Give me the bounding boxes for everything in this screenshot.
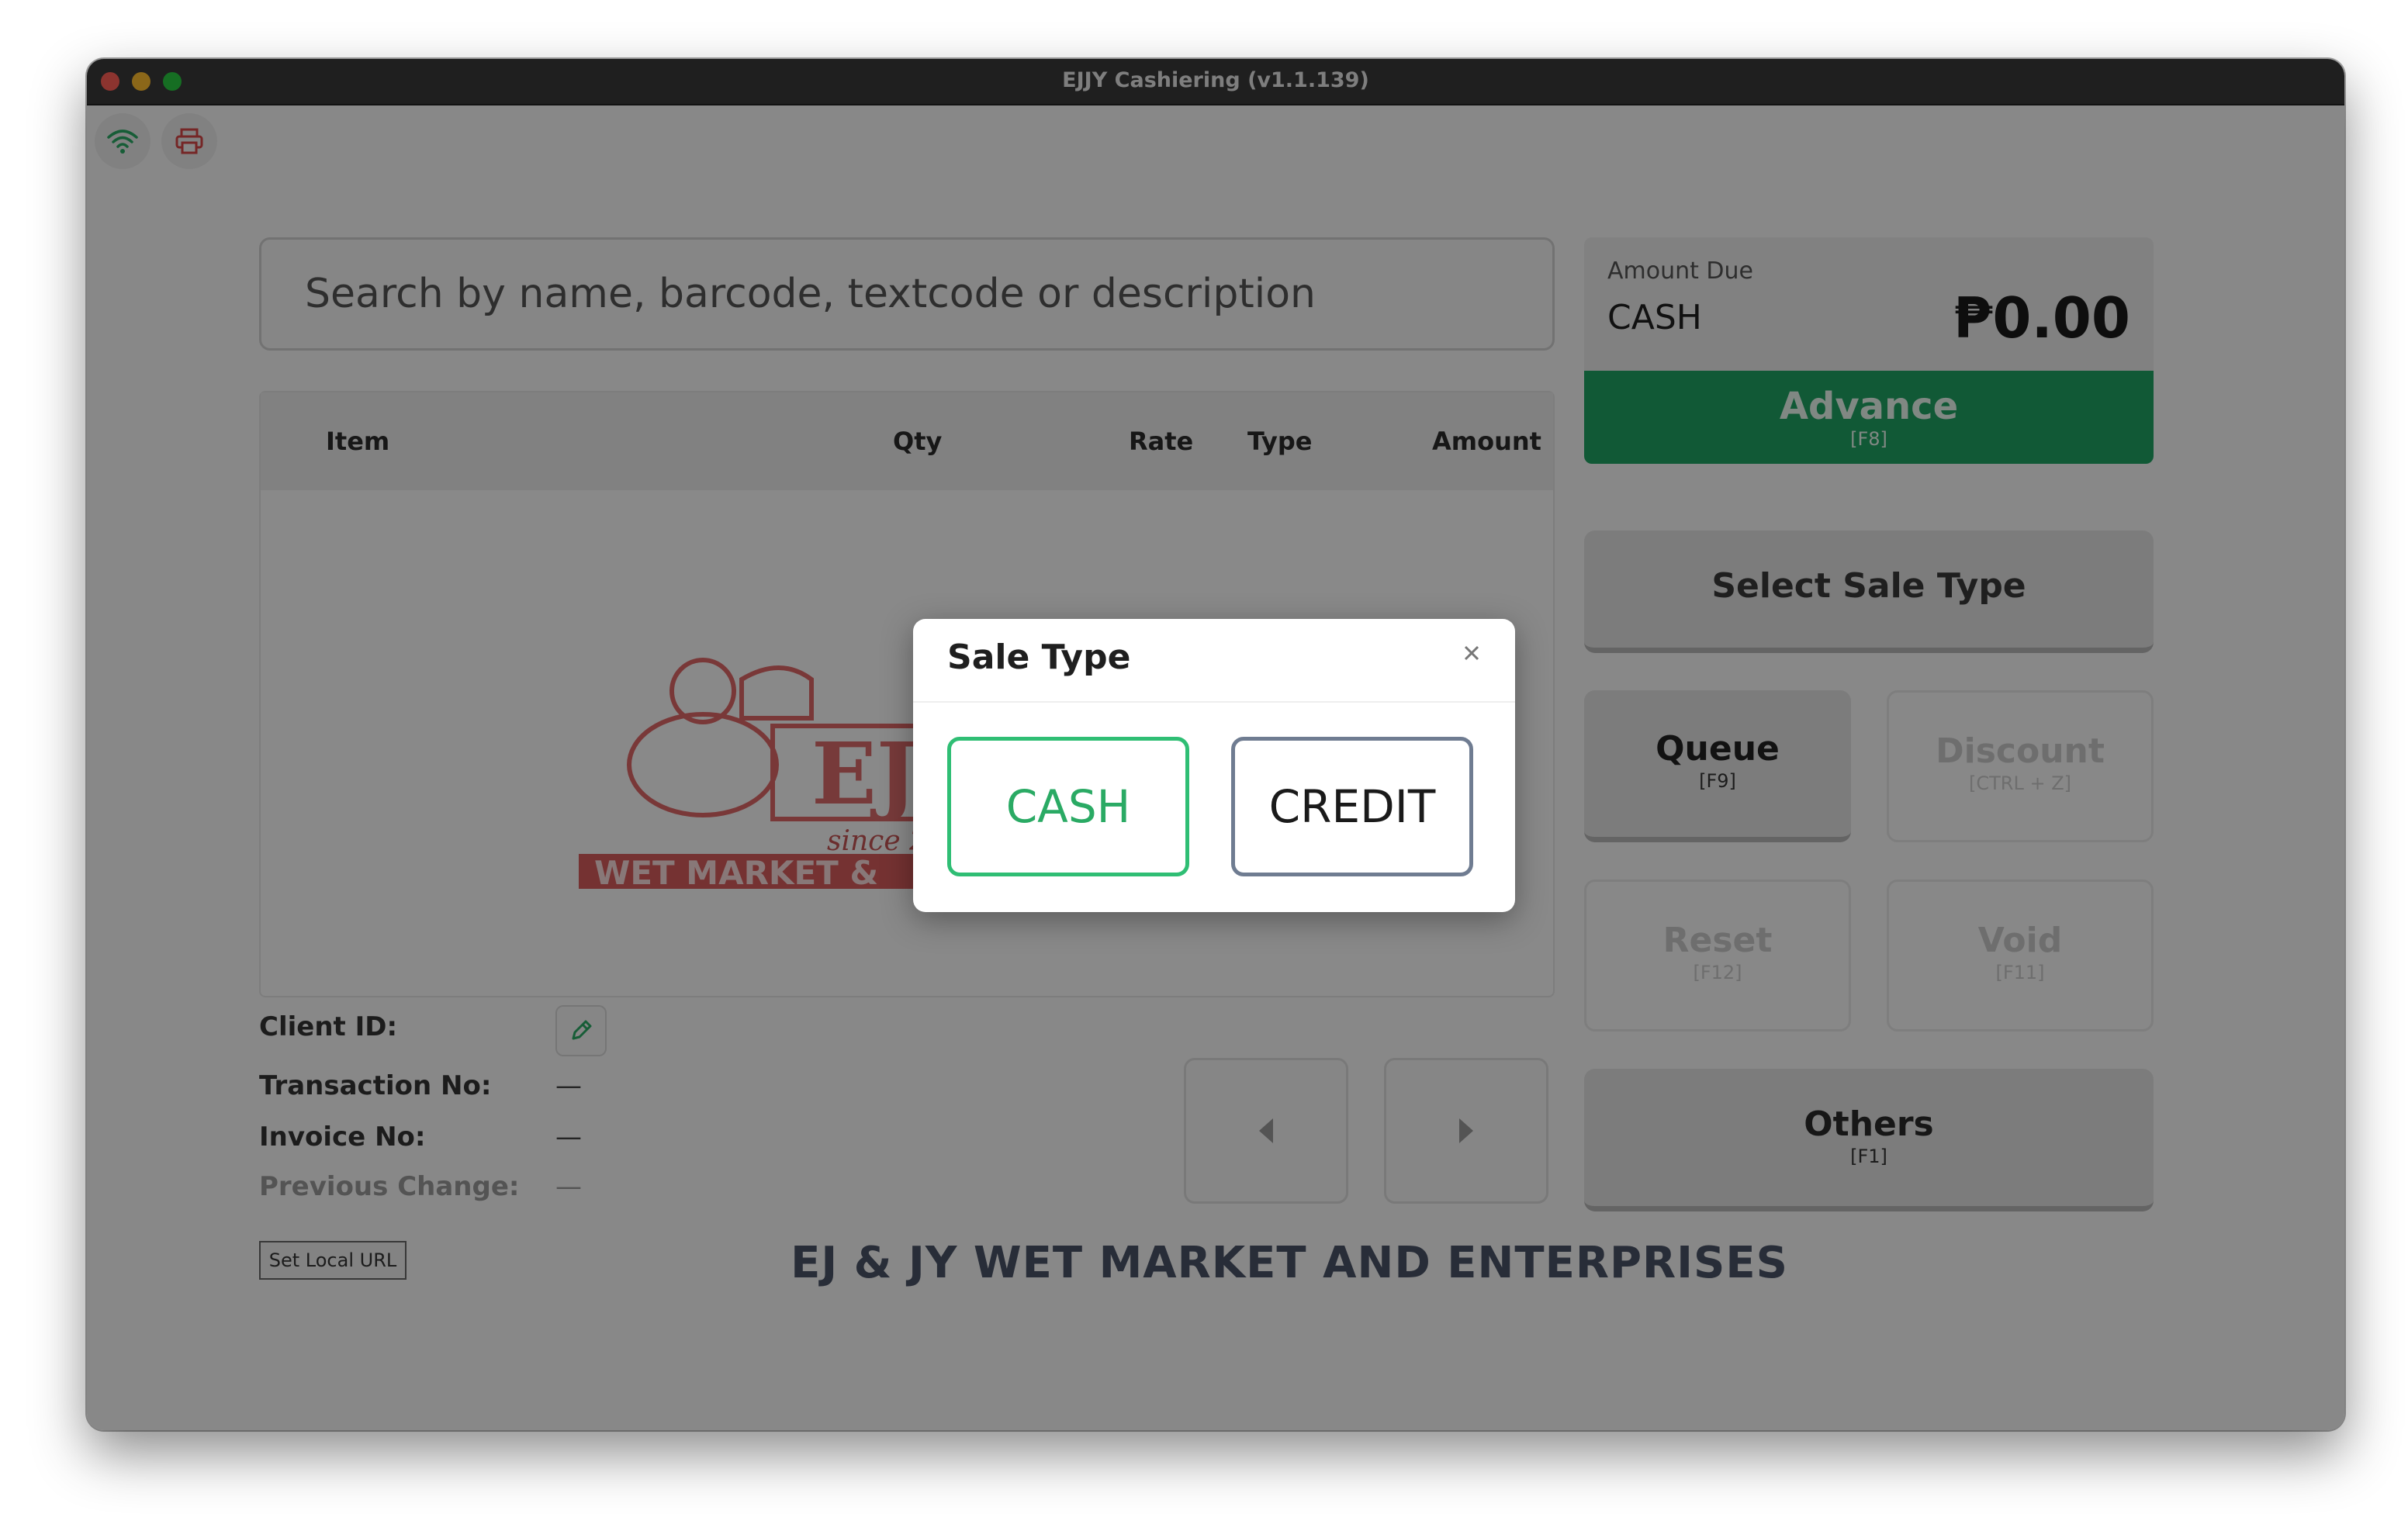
- sale-type-modal: Sale Type CASH CREDIT: [913, 619, 1515, 912]
- modal-close-button[interactable]: [1456, 638, 1487, 669]
- close-icon: [1464, 645, 1479, 661]
- cash-option-button[interactable]: CASH: [947, 737, 1189, 876]
- modal-header: Sale Type: [913, 619, 1515, 703]
- modal-title: Sale Type: [947, 638, 1131, 677]
- credit-option-button[interactable]: CREDIT: [1231, 737, 1473, 876]
- app-window: EJJY Cashiering (v1.1.139) Item Qty Rate…: [87, 59, 2344, 1430]
